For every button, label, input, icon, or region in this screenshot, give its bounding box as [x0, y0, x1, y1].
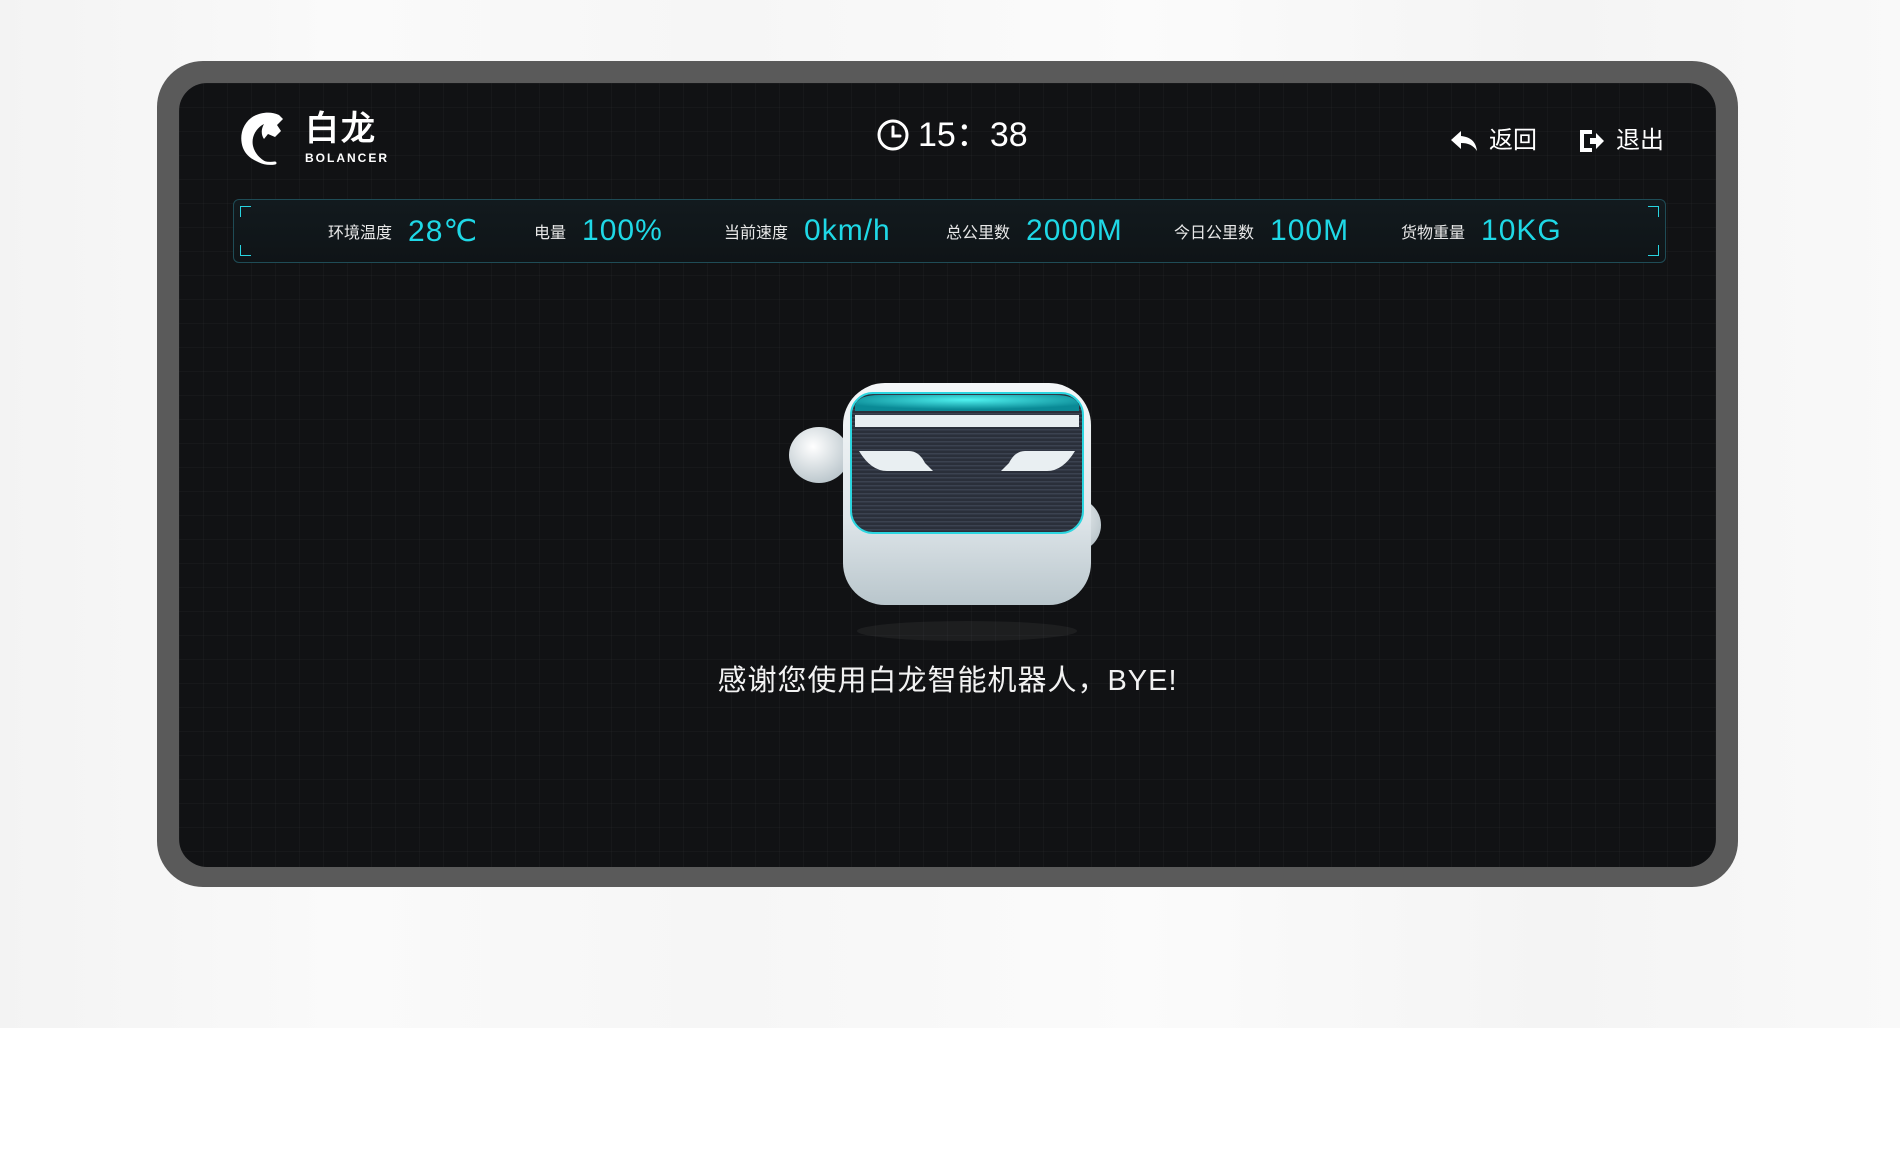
- stat-value: 28℃: [408, 214, 479, 248]
- corner-decoration: [1648, 206, 1659, 217]
- horse-logo-icon: [241, 112, 283, 165]
- robot-left-hand: [789, 427, 849, 483]
- clock-time: 15：38: [918, 116, 1028, 154]
- stat-temperature: 环境温度 28℃: [328, 200, 478, 262]
- brand-name-en: BOLANCER: [305, 151, 389, 165]
- clock-icon: [877, 119, 909, 151]
- stat-battery: 电量 100%: [534, 200, 663, 262]
- back-button[interactable]: 返回: [1449, 127, 1537, 155]
- corner-decoration: [1648, 245, 1659, 256]
- corner-decoration: [240, 206, 251, 217]
- screen: 白龙 BOLANCER 15：38 返回 退出 环境温度 28℃ 电量 100%…: [179, 83, 1716, 867]
- brand-logo: 白龙 BOLANCER: [231, 107, 401, 169]
- exit-button[interactable]: 退出: [1576, 127, 1664, 155]
- farewell-message: 感谢您使用白龙智能机器人，BYE!: [717, 665, 1178, 697]
- stat-value: 10KG: [1481, 214, 1562, 247]
- clock: 15：38: [876, 115, 1028, 155]
- stat-today-distance: 今日公里数 100M: [1174, 200, 1349, 262]
- stat-value: 2000M: [1026, 214, 1123, 247]
- corner-decoration: [240, 245, 251, 256]
- device-frame: 白龙 BOLANCER 15：38 返回 退出 环境温度 28℃ 电量 100%…: [157, 61, 1738, 887]
- stat-label: 货物重量: [1401, 225, 1466, 242]
- exit-icon: [1580, 130, 1604, 152]
- stat-total-distance: 总公里数 2000M: [946, 200, 1123, 262]
- stat-label: 总公里数: [946, 225, 1011, 242]
- status-bar: 环境温度 28℃ 电量 100% 当前速度 0km/h 总公里数 2000M 今…: [233, 199, 1666, 263]
- stat-label: 环境温度: [328, 225, 393, 242]
- stat-value: 100%: [582, 214, 663, 247]
- exit-button-label: 退出: [1616, 127, 1664, 154]
- brand-name-cn: 白龙: [305, 110, 377, 148]
- stat-value: 100M: [1270, 214, 1350, 247]
- robot-illustration: [789, 383, 1101, 641]
- stat-label: 电量: [534, 225, 567, 242]
- reply-arrow-icon: [1451, 131, 1477, 151]
- stat-cargo-weight: 货物重量 10KG: [1401, 200, 1562, 262]
- stat-value: 0km/h: [804, 214, 891, 247]
- back-button-label: 返回: [1489, 127, 1537, 154]
- stat-label: 当前速度: [724, 225, 789, 242]
- stat-label: 今日公里数: [1174, 225, 1255, 242]
- stat-speed: 当前速度 0km/h: [724, 200, 891, 262]
